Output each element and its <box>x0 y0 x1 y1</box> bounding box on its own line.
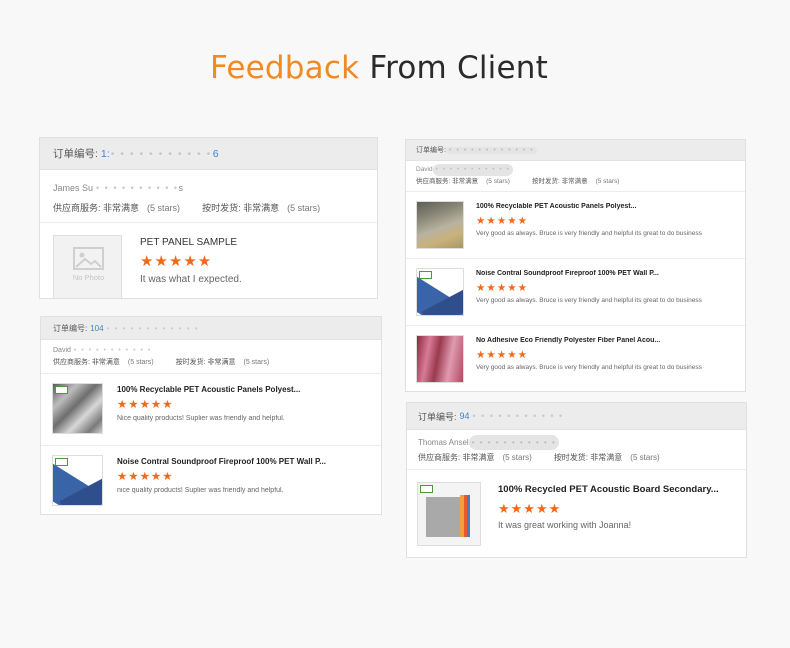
svg-text:No Photo: No Photo <box>73 273 104 282</box>
feedback-card-2: 订单编号: 104 • • • • • • • • • • • • David • … <box>40 316 382 515</box>
feedback-card-1: 订单编号: 1:• • • • • • • • • • •6 James Su •… <box>39 137 378 299</box>
brand-logo-icon <box>419 271 432 279</box>
review-text: It was what I expected. <box>140 274 242 285</box>
product-thumbnail[interactable] <box>417 482 481 546</box>
page-title: Feedback From Client <box>0 50 758 86</box>
star-rating: ★★★★★ <box>498 501 562 516</box>
product-name[interactable]: No Adhesive Eco Friendly Polyester Fiber… <box>476 337 735 344</box>
review-text: nice quality products! Suplier was frien… <box>117 487 284 494</box>
order-header: 订单编号: 94 • • • • • • • • • • • <box>407 403 746 430</box>
list-item: 100% Recycled PET Acoustic Board Seconda… <box>407 469 746 557</box>
list-item: 100% Recyclable PET Acoustic Panels Poly… <box>41 373 381 445</box>
feedback-meta: James Su • • • • • • • • • •s 供应商服务: 非常满意… <box>40 170 377 222</box>
brand-logo-icon <box>55 458 68 466</box>
product-thumbnail[interactable] <box>416 201 464 249</box>
order-number-link[interactable]: 104 • • • • • • • • • • • • <box>90 324 199 333</box>
product-name[interactable]: 100% Recyclable PET Acoustic Panels Poly… <box>476 203 735 210</box>
review-text: Nice quality products! Suplier was frien… <box>117 415 285 422</box>
buyer-name: James Su • • • • • • • • • •s <box>53 183 184 193</box>
rating-row: 供应商服务: 非常满意 (5 stars) 按时发货: 非常满意 (5 stars) <box>418 453 660 462</box>
order-header: 订单编号: 104 • • • • • • • • • • • • <box>41 317 381 340</box>
review-text: Very good as always. Bruce is very frien… <box>476 230 702 237</box>
buyer-name: Thomas Ansel • • • • • • • • • • • <box>418 435 735 450</box>
order-header: 订单编号: • • • • • • • • • • • • <box>406 140 745 161</box>
review-text: It was great working with Joanna! <box>498 520 632 530</box>
order-number-link[interactable]: 1:• • • • • • • • • • •6 <box>101 148 219 160</box>
order-number-label: 订单编号: <box>416 147 446 154</box>
list-item: Noise Contral Soundproof Fireproof 100% … <box>406 258 745 325</box>
order-number-label: 订单编号: <box>53 323 88 333</box>
no-photo-placeholder: No Photo <box>53 235 122 298</box>
feedback-card-4: 订单编号: 94 • • • • • • • • • • • Thomas Ans… <box>406 402 747 558</box>
order-number-link[interactable]: 94 • • • • • • • • • • • <box>460 411 564 421</box>
rating-row: 供应商服务: 非常满意 (5 stars) 按时发货: 非常满意 (5 stars) <box>416 178 620 185</box>
brand-logo-icon <box>420 485 433 493</box>
star-rating: ★★★★★ <box>476 349 529 361</box>
product-name[interactable]: 100% Recycled PET Acoustic Board Seconda… <box>498 484 736 495</box>
product-name[interactable]: 100% Recyclable PET Acoustic Panels Poly… <box>117 385 370 394</box>
list-item: No Adhesive Eco Friendly Polyester Fiber… <box>406 325 745 391</box>
product-name[interactable]: Noise Contral Soundproof Fireproof 100% … <box>476 270 735 277</box>
title-highlight: Feedback <box>210 50 360 86</box>
order-number-label: 订单编号: <box>53 148 98 160</box>
product-name[interactable]: Noise Contral Soundproof Fireproof 100% … <box>117 457 370 466</box>
product-thumbnail[interactable] <box>52 383 103 434</box>
title-rest: From Client <box>369 50 548 86</box>
brand-logo-icon <box>55 386 68 394</box>
image-icon: No Photo <box>73 247 104 282</box>
rating-row: 供应商服务: 非常满意 (5 stars) 按时发货: 非常满意 (5 stars) <box>53 359 270 366</box>
star-rating: ★★★★★ <box>140 253 213 270</box>
order-number-masked[interactable]: • • • • • • • • • • • • <box>445 146 538 154</box>
rating-row: 供应商服务: 非常满意 (5 stars) 按时发货: 非常满意 (5 stars) <box>53 203 321 213</box>
feedback-meta: David • • • • • • • • • • • 供应商服务: 非常满意 (5… <box>406 161 745 191</box>
star-rating: ★★★★★ <box>476 215 529 227</box>
list-item: No Photo PET PANEL SAMPLE ★★★★★ It was w… <box>40 222 377 298</box>
buyer-name: David • • • • • • • • • • • <box>416 164 735 176</box>
product-thumbnail[interactable] <box>416 335 464 383</box>
order-header: 订单编号: 1:• • • • • • • • • • •6 <box>40 138 377 170</box>
list-item: 100% Recyclable PET Acoustic Panels Poly… <box>406 191 745 258</box>
product-thumbnail[interactable] <box>52 455 103 506</box>
order-number-label: 订单编号: <box>418 411 457 422</box>
review-text: Very good as always. Bruce is very frien… <box>476 297 702 304</box>
review-text: Very good as always. Bruce is very frien… <box>476 364 702 371</box>
feedback-meta: David • • • • • • • • • • • 供应商服务: 非常满意 (5… <box>41 340 381 373</box>
product-name[interactable]: PET PANEL SAMPLE <box>140 237 364 248</box>
star-rating: ★★★★★ <box>117 399 174 411</box>
buyer-name: David • • • • • • • • • • • <box>53 347 152 354</box>
star-rating: ★★★★★ <box>117 471 174 483</box>
list-item: Noise Contral Soundproof Fireproof 100% … <box>41 445 381 514</box>
star-rating: ★★★★★ <box>476 282 529 294</box>
product-thumbnail[interactable] <box>416 268 464 316</box>
feedback-meta: Thomas Ansel • • • • • • • • • • • 供应商服务:… <box>407 430 746 469</box>
feedback-card-3: 订单编号: • • • • • • • • • • • • David • • •… <box>405 139 746 392</box>
